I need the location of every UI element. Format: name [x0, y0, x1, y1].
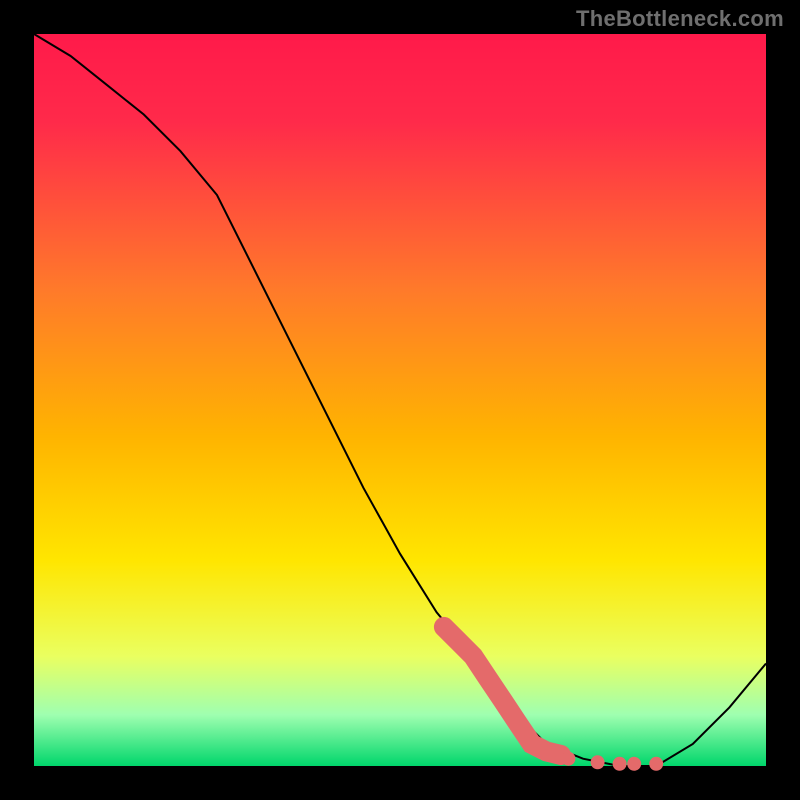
highlight-dot — [591, 755, 605, 769]
highlight-dot — [627, 757, 641, 771]
highlight-dot — [613, 757, 627, 771]
highlight-dot — [561, 752, 575, 766]
plot-area — [34, 34, 766, 766]
highlight-dot — [649, 757, 663, 771]
chart-svg — [0, 0, 800, 800]
chart-stage: TheBottleneck.com — [0, 0, 800, 800]
